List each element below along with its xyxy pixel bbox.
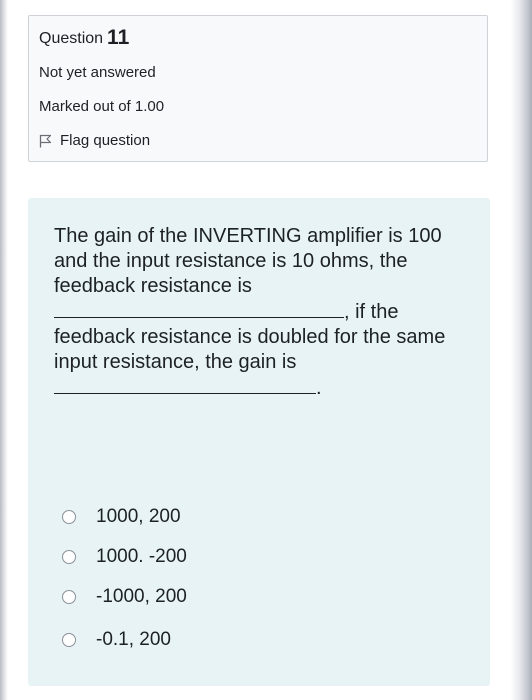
question-text: The gain of the INVERTING amplifier is 1… [54,224,454,401]
answer-option-c[interactable]: -1000, 200 [62,586,187,608]
radio-button-b[interactable] [62,550,76,564]
answer-label-d: -0.1, 200 [96,629,171,650]
flag-question-button[interactable]: Flag question [39,132,150,149]
radio-button-c[interactable] [62,590,76,604]
question-label: Question [39,30,104,47]
answer-label-b: 1000. -200 [96,546,187,567]
answer-option-d[interactable]: -0.1, 200 [62,629,171,651]
flag-question-label: Flag question [60,132,151,149]
question-grade: Marked out of 1.00 [39,98,165,115]
radio-button-a[interactable] [62,510,76,524]
quiz-page: Question 11 Not yet answered Marked out o… [0,0,532,700]
question-state: Not yet answered [39,64,156,81]
answer-blank-1 [54,299,344,318]
question-text-part1: The gain of the INVERTING amplifier is 1… [54,225,442,297]
question-number: 11 [107,26,130,49]
question-info-panel: Question 11 Not yet answered Marked out o… [28,15,488,162]
question-title: Question 11 [39,26,129,50]
answer-label-c: -1000, 200 [96,586,187,607]
answer-blank-2 [54,375,316,394]
left-edge [0,0,8,700]
answer-label-a: 1000, 200 [96,506,181,527]
answer-option-a[interactable]: 1000, 200 [62,506,181,528]
flag-icon [39,134,52,147]
question-content: The gain of the INVERTING amplifier is 1… [28,198,490,686]
right-edge [510,0,532,700]
radio-button-d[interactable] [62,633,76,647]
question-text-part3: . [316,377,322,399]
answer-option-b[interactable]: 1000. -200 [62,546,187,568]
